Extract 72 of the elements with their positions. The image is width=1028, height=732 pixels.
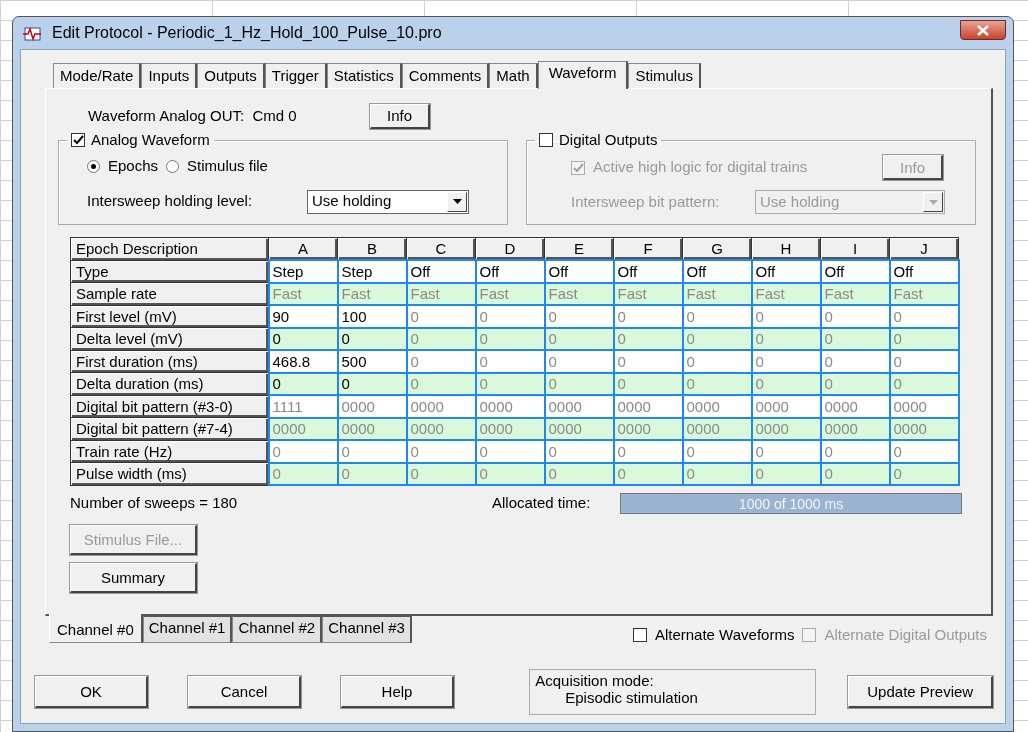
tab[interactable]: Math [489,63,538,88]
close-button[interactable] [960,20,1006,40]
info-button[interactable]: Info [370,103,430,129]
allocated-time-reading: 1000 of 1000 ms [737,494,845,514]
bit-pattern-label: Intersweep bit pattern: [571,191,721,212]
row-header: Train rate (Hz) [70,440,269,463]
table-cell[interactable]: Off [889,260,959,283]
row-header: Delta level (mV) [70,327,269,350]
tab[interactable]: Inputs [141,63,198,88]
button[interactable]: Cancel [188,675,301,708]
table-cell[interactable]: Fast [268,282,338,305]
update-preview-button[interactable]: Update Preview [848,675,993,708]
table-cell[interactable]: Off [751,260,821,283]
table-cell[interactable]: 90 [268,305,338,328]
sweep-count-text: Number of sweeps = 180 [70,493,239,513]
button[interactable]: Help [341,675,454,708]
table-cell[interactable]: 0000 [268,417,338,440]
table-cell[interactable]: Off [475,260,545,283]
row-header: Digital bit pattern (#7-4) [70,417,269,440]
table-cell[interactable]: 0 [268,440,338,463]
row-header: Delta duration (ms) [70,372,269,395]
row-header: First duration (ms) [70,350,269,373]
allocated-time-label: Allocated time: [492,493,592,513]
checkbox[interactable] [71,133,85,147]
tab[interactable]: Stimulus [628,63,701,88]
tab[interactable]: Waveform [537,61,629,89]
table-cell[interactable]: 0 [268,462,338,485]
table-cell[interactable]: 0 [268,372,338,395]
checkbox[interactable] [632,628,647,643]
checkbox-label: Alternate Digital Outputs [824,625,987,645]
table-cell[interactable]: 468.8 [268,350,338,373]
table-cell[interactable]: Step [268,260,338,283]
channel-tab[interactable]: Channel #2 [232,616,323,643]
channel-tab[interactable]: Channel #0 [49,614,143,643]
tab[interactable]: Mode/Rate [53,63,142,88]
table-cell[interactable]: 1111 [268,395,338,418]
table-cell[interactable]: 0 [268,327,338,350]
row-header: First level (mV) [70,305,269,328]
table-cell[interactable]: Off [544,260,614,283]
checkbox-label: Active high logic for digital trains [593,157,808,178]
button[interactable]: Summary [70,562,197,593]
row-header: Pulse width (ms) [70,462,269,485]
holding-level-label: Intersweep holding level: [87,191,254,212]
channel-tab[interactable]: Channel #1 [142,616,233,643]
column-header: Epoch Description [70,237,269,260]
group-title: Analog Waveform [91,131,210,149]
row-header: Digital bit pattern (#3-0) [70,395,269,418]
radio-label: Epochs [108,156,159,176]
acquisition-mode-value: Episodic stimulation [565,688,699,706]
row-header: Type [70,260,269,283]
checkbox-label: Alternate Waveforms [654,625,795,645]
radio-label: Stimulus file [187,156,268,176]
window-title: Edit Protocol - Periodic_1_Hz_Hold_100_Pulse_10.pro [52,23,442,43]
row-header: Sample rate [70,282,269,305]
tab[interactable]: Statistics [326,63,402,88]
radio-button[interactable] [166,159,180,173]
button[interactable]: OK [35,675,148,708]
output-channel-label: Waveform Analog OUT: Cmd 0 [88,105,298,126]
table-cell[interactable]: Off [820,260,890,283]
table-cell[interactable]: Off [682,260,752,283]
close-icon [977,24,989,36]
table-cell[interactable]: Off [613,260,683,283]
acquisition-mode-label: Acquisition mode: [535,671,655,689]
tab[interactable]: Outputs [197,63,265,88]
channel-tab[interactable]: Channel #3 [322,616,412,643]
group-title: Digital Outputs [559,131,658,149]
table-cell[interactable]: Step [337,260,407,283]
table-cell[interactable]: Off [406,260,476,283]
holding-level-dropdown[interactable]: Use holding [307,189,469,214]
radio-button[interactable] [87,159,100,173]
tab[interactable]: Trigger [264,63,327,88]
tab[interactable]: Comments [401,63,490,88]
